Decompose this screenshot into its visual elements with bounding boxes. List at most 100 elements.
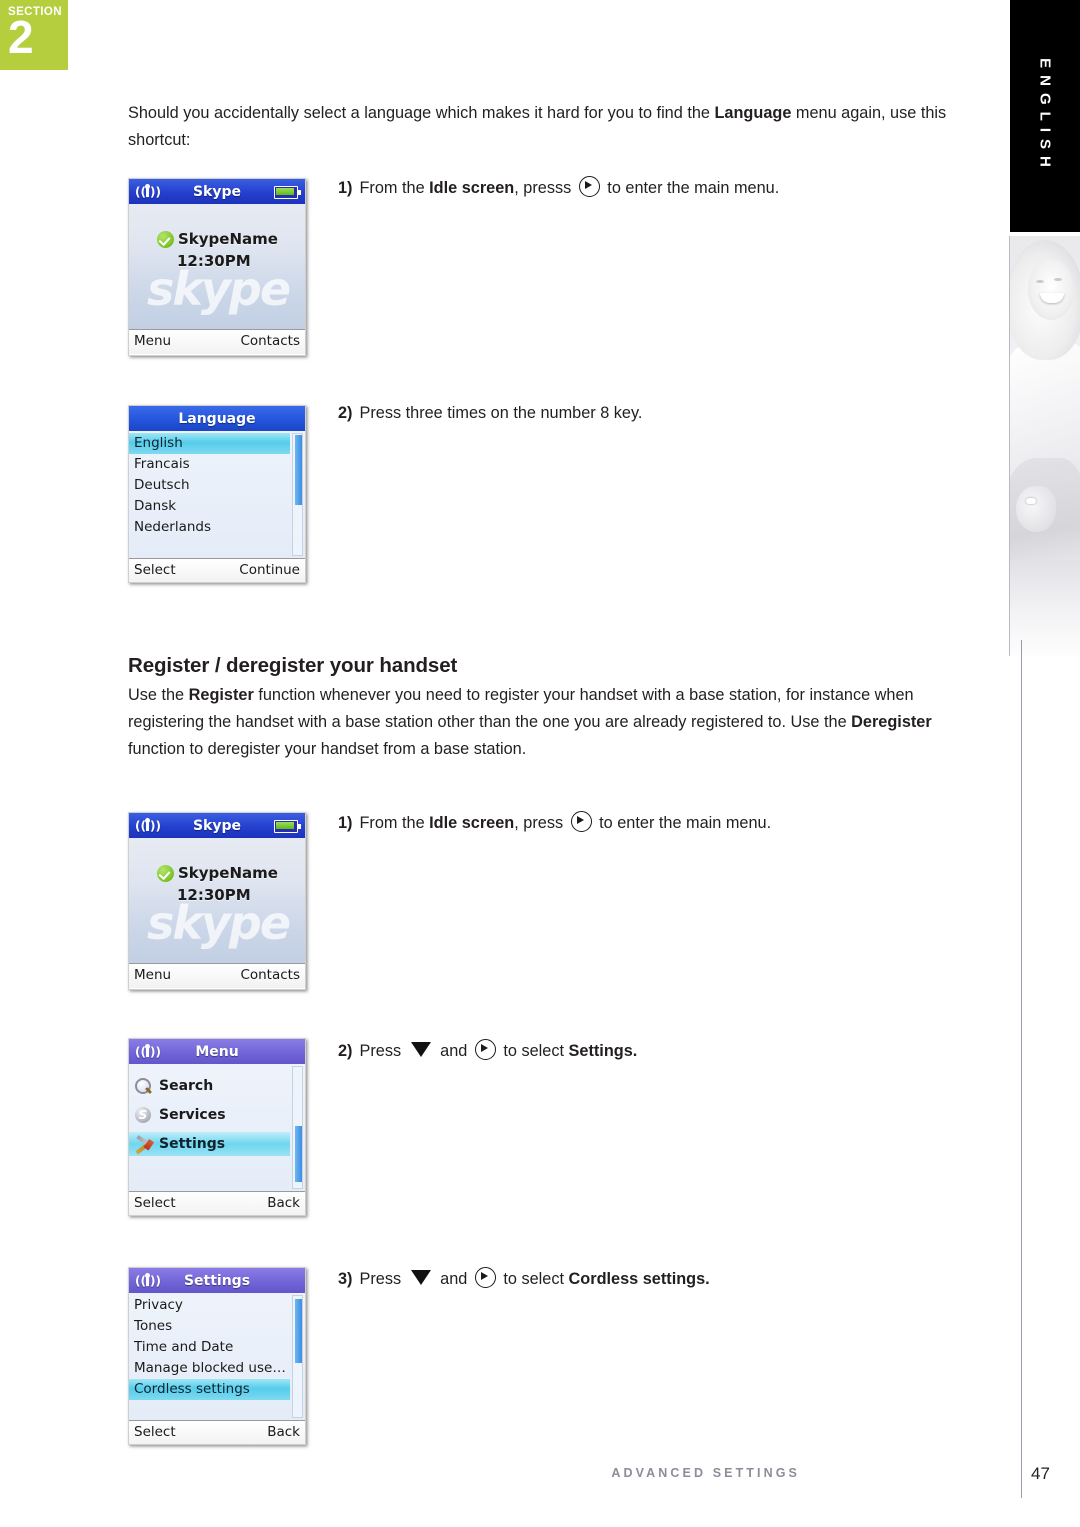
register-step-3-mid: and	[435, 1270, 472, 1288]
register-step-1-mid: , press	[514, 814, 568, 832]
menu-item-search[interactable]: Search	[129, 1074, 305, 1098]
circle-right-arrow-icon	[570, 811, 592, 832]
menu-item-services[interactable]: S Services	[129, 1103, 305, 1127]
decorative-photo-woman	[1009, 236, 1080, 656]
softkey-right[interactable]: Back	[267, 1195, 300, 1211]
language-list: English Francais Deutsch Dansk Nederland…	[129, 431, 305, 558]
screen-title: Skype	[192, 183, 242, 200]
idle-username: SkypeName	[178, 864, 278, 882]
circle-right-arrow-icon	[474, 1039, 496, 1060]
language-step-1-number: 1)	[338, 179, 353, 197]
menu-item-settings-label: Settings	[159, 1136, 226, 1152]
register-step-2-bold: Settings.	[568, 1042, 638, 1060]
language-tab: ENGLISH	[1010, 0, 1080, 232]
circle-right-arrow-icon	[578, 176, 600, 197]
signal-icon: (())	[135, 1273, 161, 1288]
intro-bold-language: Language	[714, 104, 792, 122]
page-heading: Register / deregister your handset	[128, 654, 458, 677]
phone-screen-idle-1: (()) Skype skype SkypeName 12:30PM Menu …	[128, 178, 306, 356]
scrollbar-thumb[interactable]	[295, 435, 302, 505]
softkey-bar: Select Continue	[129, 558, 305, 582]
softkey-left[interactable]: Select	[134, 562, 176, 578]
register-bold-1: Register	[188, 686, 254, 704]
idle-time: 12:30PM	[177, 886, 251, 904]
list-item-francais[interactable]: Francais	[129, 454, 305, 475]
register-step-1: 1) From the Idle screen, press to enter t…	[338, 810, 771, 836]
list-item-english[interactable]: English	[129, 433, 290, 454]
circle-right-arrow-icon	[474, 1267, 496, 1288]
softkey-left[interactable]: Select	[134, 1195, 176, 1211]
battery-icon	[274, 186, 301, 199]
softkey-right[interactable]: Continue	[239, 562, 300, 578]
register-step-2-post: to select	[498, 1042, 569, 1060]
register-step-2: 2) Press and to select Settings.	[338, 1038, 637, 1064]
screen-header: (()) Menu	[129, 1039, 305, 1064]
signal-icon: (())	[135, 184, 161, 199]
settings-item-time-and-date[interactable]: Time and Date	[129, 1337, 305, 1358]
idle-screen-body: skype SkypeName 12:30PM	[129, 204, 305, 329]
screen-header: (()) Skype	[129, 179, 305, 204]
down-triangle-icon	[410, 1042, 431, 1057]
screen-title: Skype	[192, 817, 242, 834]
softkey-bar: Menu Contacts	[129, 329, 305, 354]
register-text-3: function to deregister your handset from…	[128, 740, 527, 758]
register-step-3-post: to select	[498, 1270, 569, 1288]
menu-list: Search S Services Settings	[129, 1064, 305, 1191]
register-step-2-number: 2)	[338, 1042, 353, 1060]
settings-item-privacy[interactable]: Privacy	[129, 1295, 305, 1316]
scrollbar-thumb[interactable]	[295, 1299, 302, 1363]
tools-icon	[134, 1135, 153, 1155]
softkey-bar: Select Back	[129, 1420, 305, 1444]
softkey-left[interactable]: Menu	[134, 967, 171, 983]
skype-watermark: skype	[146, 896, 291, 950]
phone-screen-idle-2: (()) Skype skype SkypeName 12:30PM Menu …	[128, 812, 306, 990]
register-step-3-bold: Cordless settings.	[568, 1270, 710, 1288]
language-step-1-mid: , presss	[514, 179, 576, 197]
page-rule	[1021, 640, 1022, 1498]
softkey-left[interactable]: Menu	[134, 333, 171, 349]
phone-screen-language: Language English Francais Deutsch Dansk …	[128, 405, 306, 583]
screen-header: Language	[129, 406, 305, 431]
settings-item-manage-blocked-users[interactable]: Manage blocked use…	[129, 1358, 305, 1379]
register-step-1-post: to enter the main menu.	[594, 814, 772, 832]
register-step-1-bold: Idle screen	[429, 814, 515, 832]
register-step-2-pre: Press	[359, 1042, 406, 1060]
intro-text-1: Should you accidentally select a languag…	[128, 104, 715, 122]
battery-icon	[274, 820, 301, 833]
language-step-1: 1) From the Idle screen, presss to enter …	[338, 175, 779, 201]
footer-page-number: 47	[1031, 1464, 1050, 1483]
list-item-nederlands[interactable]: Nederlands	[129, 517, 305, 538]
scrollbar-thumb[interactable]	[295, 1126, 302, 1182]
section-tab: SECTION 2	[0, 0, 68, 70]
softkey-bar: Select Back	[129, 1191, 305, 1215]
language-tab-label: ENGLISH	[1036, 58, 1054, 174]
online-status-icon	[157, 864, 174, 882]
settings-list: Privacy Tones Time and Date Manage block…	[129, 1293, 305, 1420]
photo-ring	[1026, 498, 1036, 504]
menu-item-settings[interactable]: Settings	[129, 1132, 290, 1156]
softkey-right[interactable]: Contacts	[240, 967, 300, 983]
language-step-2-text: Press three times on the number 8 key.	[359, 404, 643, 422]
softkey-bar: Menu Contacts	[129, 963, 305, 988]
softkey-right[interactable]: Contacts	[240, 333, 300, 349]
settings-item-cordless-settings[interactable]: Cordless settings	[129, 1379, 290, 1400]
register-step-2-mid: and	[435, 1042, 472, 1060]
photo-face	[1028, 260, 1074, 320]
screen-title: Language	[178, 410, 256, 427]
settings-item-tones[interactable]: Tones	[129, 1316, 305, 1337]
softkey-left[interactable]: Select	[134, 1424, 176, 1440]
list-item-dansk[interactable]: Dansk	[129, 496, 305, 517]
idle-screen-body: skype SkypeName 12:30PM	[129, 838, 305, 963]
menu-item-search-label: Search	[159, 1078, 214, 1094]
skype-s-icon: S	[134, 1106, 153, 1125]
photo-hand	[1016, 486, 1056, 532]
register-paragraph: Use the Register function whenever you n…	[128, 682, 958, 763]
phone-screen-menu: (()) Menu Search S Services Settings Sel…	[128, 1038, 306, 1216]
signal-icon: (())	[135, 1044, 161, 1059]
idle-time: 12:30PM	[177, 252, 251, 270]
language-step-2-number: 2)	[338, 404, 353, 422]
list-item-deutsch[interactable]: Deutsch	[129, 475, 305, 496]
intro-paragraph: Should you accidentally select a languag…	[128, 100, 986, 154]
softkey-right[interactable]: Back	[267, 1424, 300, 1440]
section-tab-number: 2	[8, 11, 34, 63]
